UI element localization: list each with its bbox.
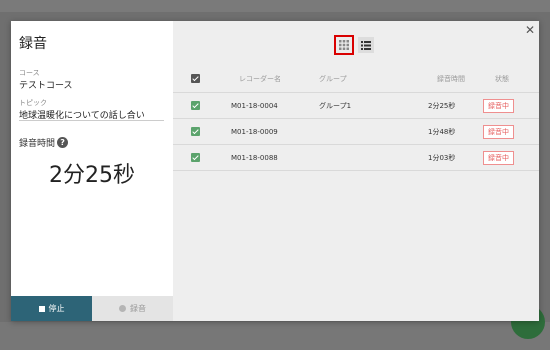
list-view-button[interactable] <box>358 37 374 53</box>
list-view-icon <box>361 40 371 50</box>
header-name: レコーダー名 <box>239 74 281 83</box>
duration-value: 2分25秒 <box>49 163 135 188</box>
duration-label: 録音時間 <box>19 139 56 149</box>
table-row[interactable]: M01-18-0004 グループ1 2分25秒 録音中 <box>173 93 539 119</box>
course-value: テストコース <box>19 81 73 91</box>
topic-label: トピック <box>19 99 47 107</box>
topic-underline <box>19 120 164 121</box>
modal-title: 録音 <box>19 36 47 52</box>
help-icon[interactable]: ? <box>57 137 69 148</box>
grid-view-button[interactable] <box>334 35 354 55</box>
stop-button[interactable]: 停止 <box>11 296 92 321</box>
record-label: 録音 <box>130 304 146 313</box>
duration-label-row: 録音時間 ? <box>19 136 69 149</box>
row-name: M01-18-0009 <box>231 127 278 136</box>
row-time: 1分48秒 <box>428 127 456 136</box>
row-name: M01-18-0004 <box>231 101 278 110</box>
course-label: コース <box>19 69 40 77</box>
header-group: グループ <box>319 74 347 83</box>
grid-view-icon <box>339 40 349 50</box>
table-row[interactable]: M01-18-0088 1分03秒 録音中 <box>173 145 539 171</box>
row-checkbox[interactable] <box>191 127 200 136</box>
row-group: グループ1 <box>319 101 352 110</box>
status-badge: 録音中 <box>483 98 514 113</box>
header-time: 録音時間 <box>437 74 465 83</box>
backdrop-bottom <box>0 322 550 350</box>
left-panel: 録音 コース テストコース トピック 地球温暖化についての話し合い 録音時間 ?… <box>11 21 173 321</box>
table-header: レコーダー名 グループ 録音時間 状態 <box>173 65 539 93</box>
row-checkbox[interactable] <box>191 153 200 162</box>
status-badge: 録音中 <box>483 150 514 165</box>
row-time: 2分25秒 <box>428 101 456 110</box>
right-panel: ✕ レコーダー名 グループ 録音時間 状態 M01-18-0004 グループ1 … <box>173 21 539 321</box>
stop-icon <box>38 305 45 312</box>
select-all-checkbox[interactable] <box>191 74 200 83</box>
recorder-table: レコーダー名 グループ 録音時間 状態 M01-18-0004 グループ1 2分… <box>173 65 539 171</box>
record-button[interactable]: 録音 <box>92 296 173 321</box>
row-checkbox[interactable] <box>191 101 200 110</box>
row-name: M01-18-0088 <box>231 153 278 162</box>
recording-modal: 録音 コース テストコース トピック 地球温暖化についての話し合い 録音時間 ?… <box>11 21 539 321</box>
stop-label: 停止 <box>48 304 65 313</box>
row-time: 1分03秒 <box>428 153 456 162</box>
table-row[interactable]: M01-18-0009 1分48秒 録音中 <box>173 119 539 145</box>
status-badge: 録音中 <box>483 124 514 139</box>
header-status: 状態 <box>495 74 509 83</box>
close-icon[interactable]: ✕ <box>525 23 535 37</box>
record-icon <box>119 305 126 312</box>
backdrop-top <box>0 0 550 12</box>
